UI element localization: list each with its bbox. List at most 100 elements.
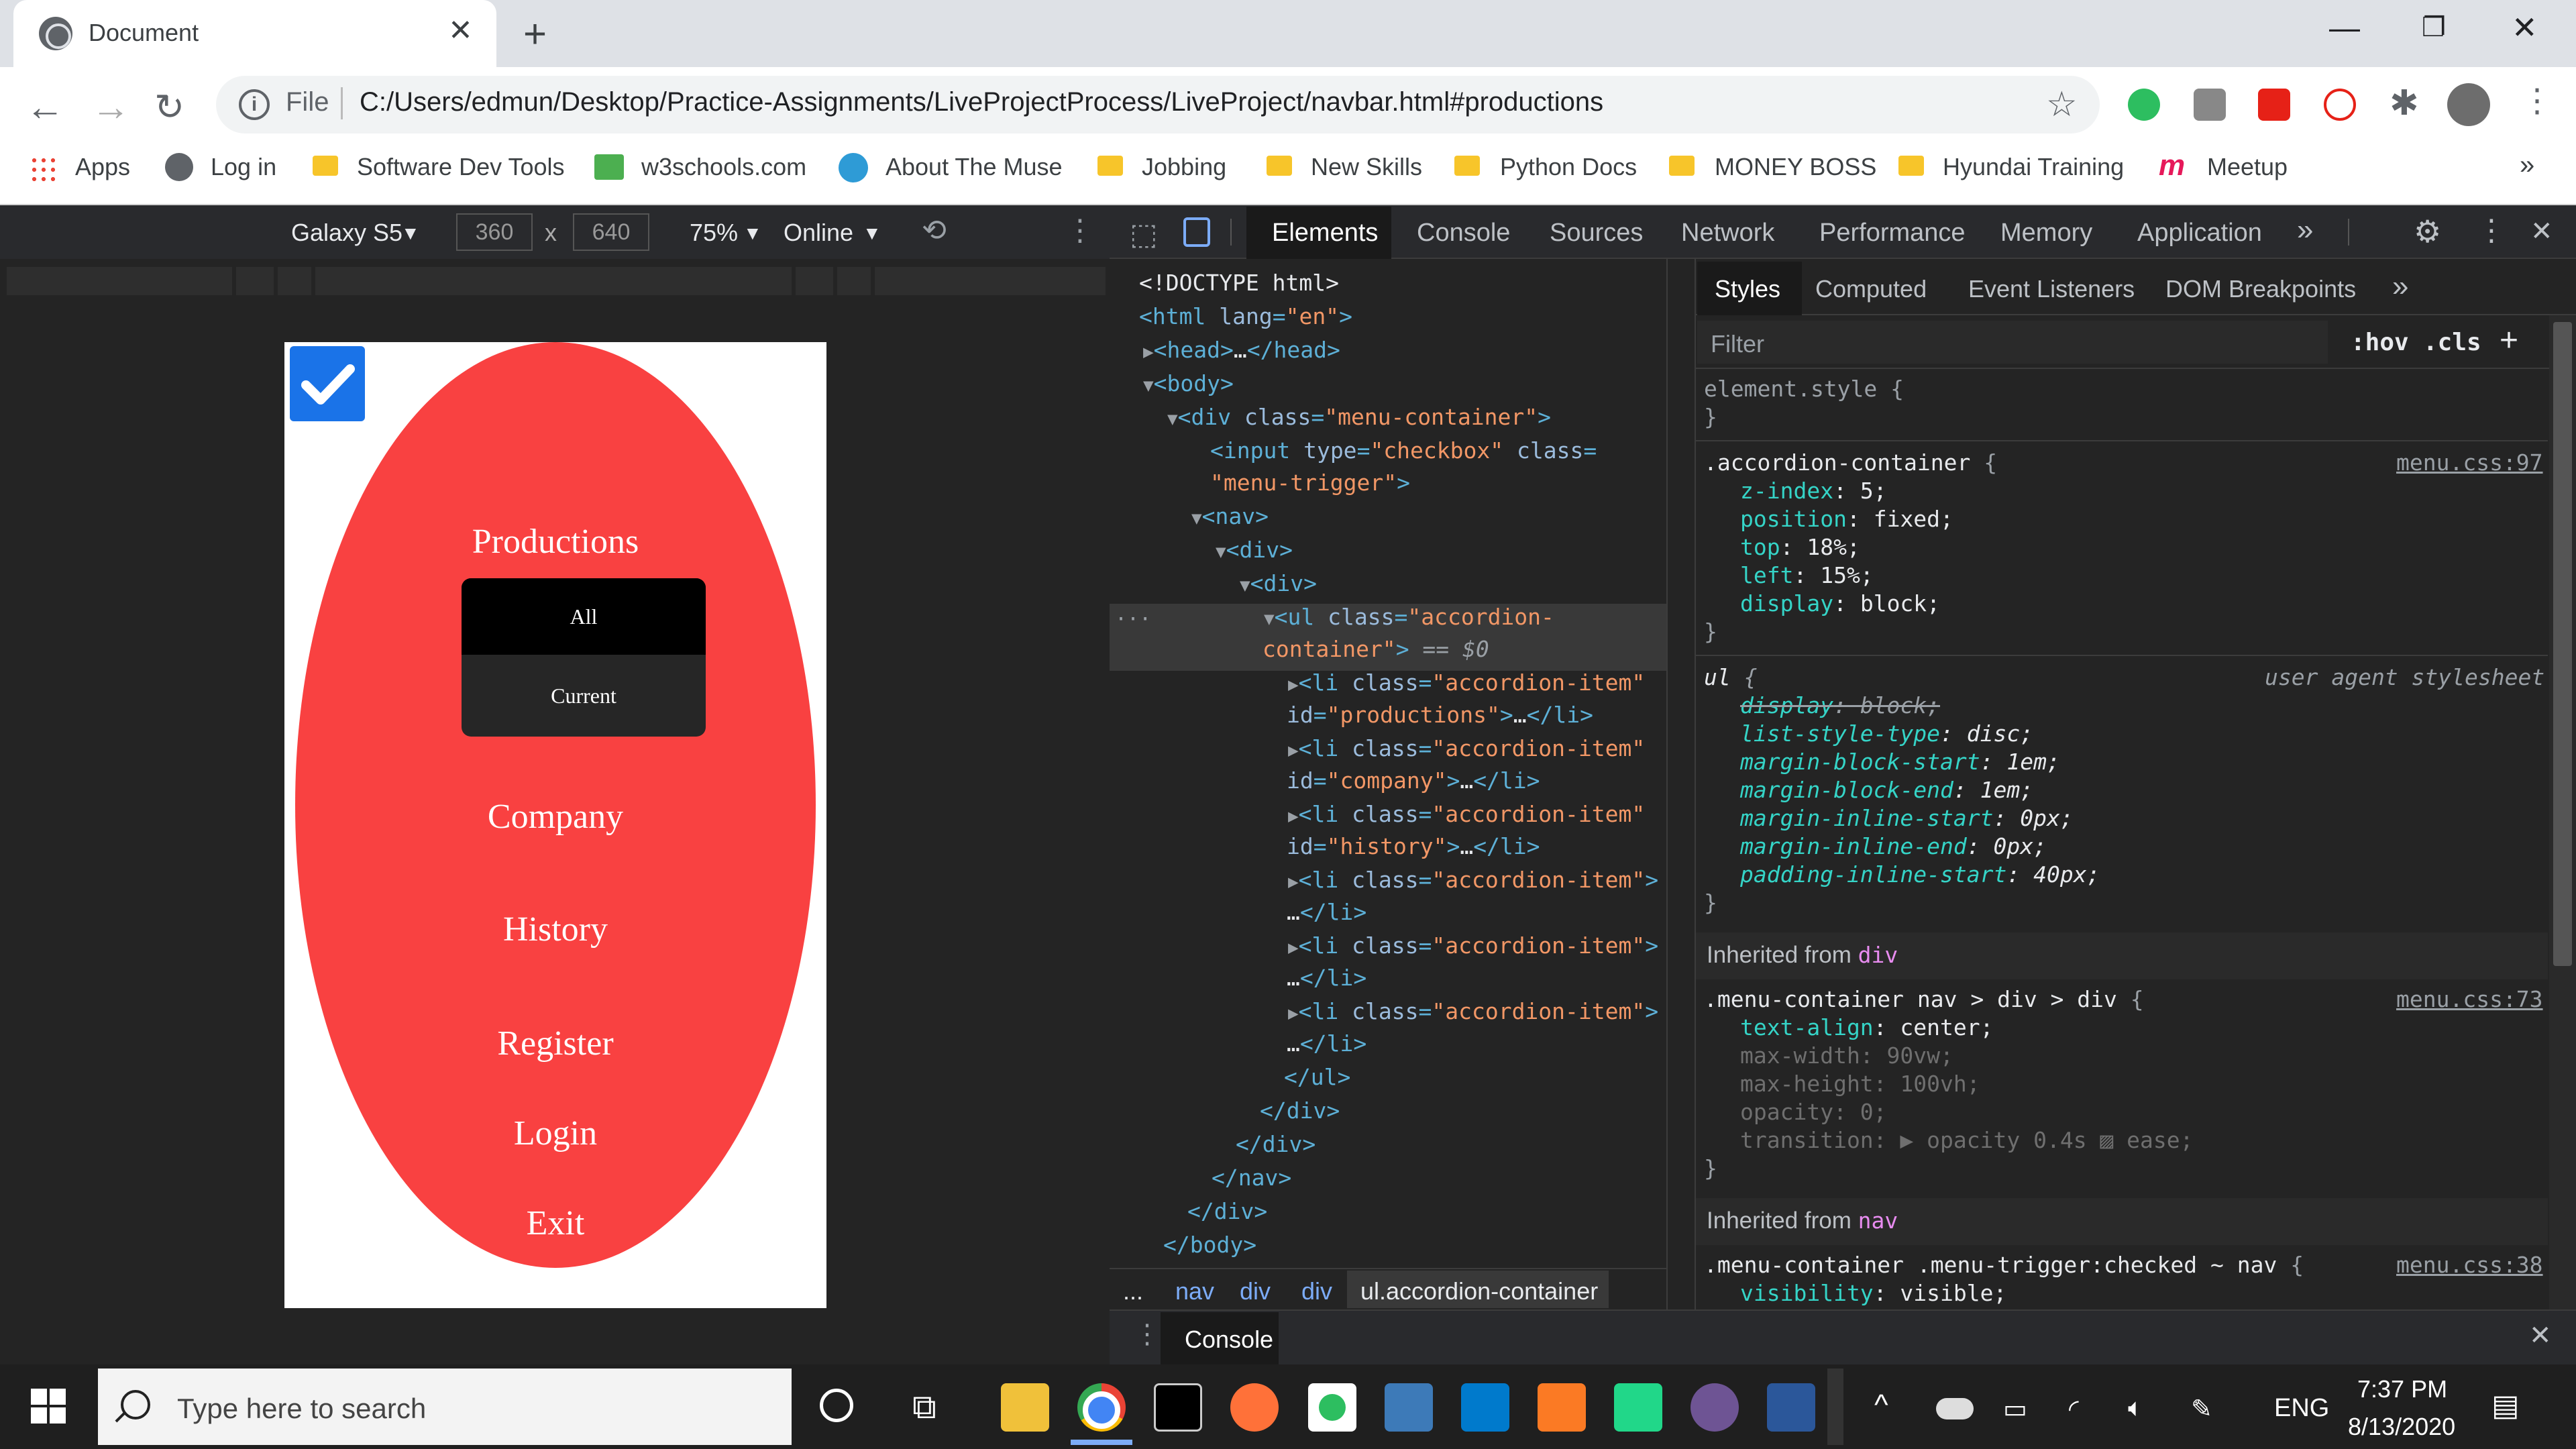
css-source-link[interactable]: menu.css:38 xyxy=(2396,1252,2543,1278)
tab-dom-breakpoints[interactable]: DOM Breakpoints xyxy=(2165,275,2356,303)
css-source-link[interactable]: menu.css:97 xyxy=(2396,449,2543,476)
avatar[interactable] xyxy=(2447,83,2490,126)
file-explorer-icon[interactable] xyxy=(1001,1383,1049,1432)
dom-li-productions-id[interactable]: id="productions">…</li> xyxy=(1287,702,1593,728)
evernote-extension-icon[interactable] xyxy=(2128,89,2160,121)
show-hidden-icons-icon[interactable]: ^ xyxy=(1874,1389,1888,1422)
menu-login[interactable]: Login xyxy=(284,1114,826,1153)
breadcrumb-nav[interactable]: nav xyxy=(1175,1277,1214,1305)
wifi-icon[interactable]: ◜ xyxy=(2069,1394,2079,1424)
dom-body[interactable]: ▼<body> xyxy=(1143,370,1234,396)
media-query-segment[interactable] xyxy=(796,267,833,295)
bookmark-money-boss[interactable]: MONEY BOSS xyxy=(1715,153,1876,181)
dom-nav-close[interactable]: </nav> xyxy=(1212,1165,1291,1191)
hov-toggle[interactable]: :hov xyxy=(2351,329,2409,356)
styles-scrollbar-thumb[interactable] xyxy=(2553,322,2572,966)
dom-head[interactable]: ▶<head>…</head> xyxy=(1143,337,1340,363)
taskbar-scroll[interactable] xyxy=(1827,1368,1843,1445)
dom-li-close[interactable]: …</li> xyxy=(1287,965,1366,991)
bookmark-jobbing[interactable]: Jobbing xyxy=(1142,153,1226,181)
word-icon[interactable] xyxy=(1767,1383,1815,1432)
window-close-icon[interactable]: ✕ xyxy=(2512,9,2538,46)
minimize-icon[interactable]: — xyxy=(2329,9,2360,46)
bookmark-star-icon[interactable]: ☆ xyxy=(2046,85,2078,125)
clock-time[interactable]: 7:37 PM xyxy=(2357,1375,2447,1403)
python-icon[interactable] xyxy=(1385,1383,1433,1432)
bookmark-new-skills[interactable]: New Skills xyxy=(1311,153,1422,181)
puzzle-extensions-icon[interactable]: ✱ xyxy=(2390,83,2419,123)
dom-body-close[interactable]: </body> xyxy=(1163,1232,1256,1258)
bookmark-log-in[interactable]: Log in xyxy=(211,153,276,181)
task-view-icon[interactable]: ⧉ xyxy=(912,1387,936,1427)
dom-ul-close[interactable]: </ul> xyxy=(1284,1064,1350,1090)
dom-li-company[interactable]: ▶<li class="accordion-item" xyxy=(1288,735,1645,761)
dom-li-close[interactable]: …</li> xyxy=(1287,899,1366,925)
tab-console[interactable]: Console xyxy=(1417,219,1510,248)
breadcrumb-div[interactable]: div xyxy=(1240,1277,1271,1305)
device-select[interactable]: Galaxy S5 xyxy=(291,219,402,247)
dom-input-cont[interactable]: "menu-trigger"> xyxy=(1210,470,1410,496)
firefox-icon[interactable] xyxy=(1230,1383,1279,1432)
github-desktop-icon[interactable] xyxy=(1690,1383,1739,1432)
media-query-segment[interactable] xyxy=(315,267,792,295)
close-tab-icon[interactable]: ✕ xyxy=(448,13,473,48)
more-tabs-icon[interactable]: » xyxy=(2297,213,2313,247)
height-input[interactable]: 640 xyxy=(573,213,649,251)
bookmark-w3schools[interactable]: w3schools.com xyxy=(641,153,806,181)
tab-event-listeners[interactable]: Event Listeners xyxy=(1968,275,2135,303)
breadcrumb-div[interactable]: div xyxy=(1301,1277,1332,1305)
console-drawer-tab[interactable]: Console xyxy=(1185,1326,1273,1354)
cls-toggle[interactable]: .cls xyxy=(2423,329,2481,356)
dom-div-close[interactable]: </div> xyxy=(1187,1198,1267,1224)
css-decl[interactable]: position: fixed; xyxy=(1740,506,1953,532)
dom-doctype[interactable]: <!DOCTYPE html> xyxy=(1139,270,1339,296)
pycharm-icon[interactable] xyxy=(1614,1383,1662,1432)
battery-icon[interactable]: ▭ xyxy=(2003,1394,2027,1424)
close-drawer-icon[interactable]: ✕ xyxy=(2529,1320,2552,1351)
language-indicator[interactable]: ENG xyxy=(2274,1394,2329,1423)
xampp-icon[interactable] xyxy=(1538,1383,1586,1432)
menu-productions[interactable]: Productions xyxy=(284,522,826,561)
dom-div[interactable]: ▼<div> xyxy=(1216,537,1293,563)
tab-application[interactable]: Application xyxy=(2137,219,2262,248)
dom-li-productions[interactable]: ▶<li class="accordion-item" xyxy=(1288,669,1645,696)
extension-icon[interactable] xyxy=(2194,89,2226,121)
browser-tab[interactable] xyxy=(13,0,496,67)
more-bookmarks-icon[interactable]: » xyxy=(2520,150,2534,180)
dom-ul-cont[interactable]: container"> == $0 xyxy=(1263,636,1489,662)
kebab-menu-icon[interactable]: ⋮ xyxy=(2477,213,2506,248)
pen-icon[interactable]: ✎ xyxy=(2191,1394,2212,1424)
bookmark-hyundai-training[interactable]: Hyundai Training xyxy=(1943,153,2124,181)
cortana-icon[interactable] xyxy=(820,1389,853,1422)
onedrive-icon[interactable] xyxy=(1936,1398,1974,1419)
breadcrumb-ul[interactable]: ul.accordion-container xyxy=(1360,1277,1598,1305)
css-decl[interactable]: visibility: visible; xyxy=(1740,1280,2006,1306)
media-query-segment[interactable] xyxy=(837,267,871,295)
row-options-icon[interactable]: ··· xyxy=(1115,608,1151,631)
css-decl[interactable]: left: 15%; xyxy=(1740,562,1874,588)
network-select[interactable]: Online xyxy=(784,219,853,247)
dom-li[interactable]: ▶<li class="accordion-item"> xyxy=(1288,998,1658,1024)
bookmark-about-the-muse[interactable]: About The Muse xyxy=(885,153,1063,181)
windows-start-icon[interactable] xyxy=(31,1389,66,1424)
bookmark-apps[interactable]: Apps xyxy=(75,153,130,181)
tab-memory[interactable]: Memory xyxy=(2000,219,2092,248)
gear-icon[interactable]: ⚙ xyxy=(2414,213,2441,250)
css-source-link[interactable]: menu.css:73 xyxy=(2396,986,2543,1012)
tab-styles[interactable]: Styles xyxy=(1715,275,1780,303)
notifications-icon[interactable]: ▤ xyxy=(2491,1389,2520,1423)
dom-div-close[interactable]: </div> xyxy=(1236,1131,1316,1157)
media-query-segment[interactable] xyxy=(278,267,311,295)
bookmark-python-docs[interactable]: Python Docs xyxy=(1500,153,1637,181)
submenu-current[interactable]: Current xyxy=(462,655,706,737)
css-decl[interactable]: z-index: 5; xyxy=(1740,478,1887,504)
vscode-icon[interactable] xyxy=(1461,1383,1509,1432)
drawer-menu-icon[interactable]: ⋮ xyxy=(1134,1319,1161,1350)
media-query-segment[interactable] xyxy=(236,267,274,295)
clock-date[interactable]: 8/13/2020 xyxy=(2348,1413,2455,1441)
record-extension-icon[interactable] xyxy=(2324,89,2356,121)
dom-ul[interactable]: ▼<ul class="accordion- xyxy=(1264,604,1554,630)
submenu-all[interactable]: All xyxy=(462,578,706,655)
more-tabs-icon[interactable]: » xyxy=(2392,270,2408,303)
pane-divider[interactable] xyxy=(1666,259,1696,1309)
